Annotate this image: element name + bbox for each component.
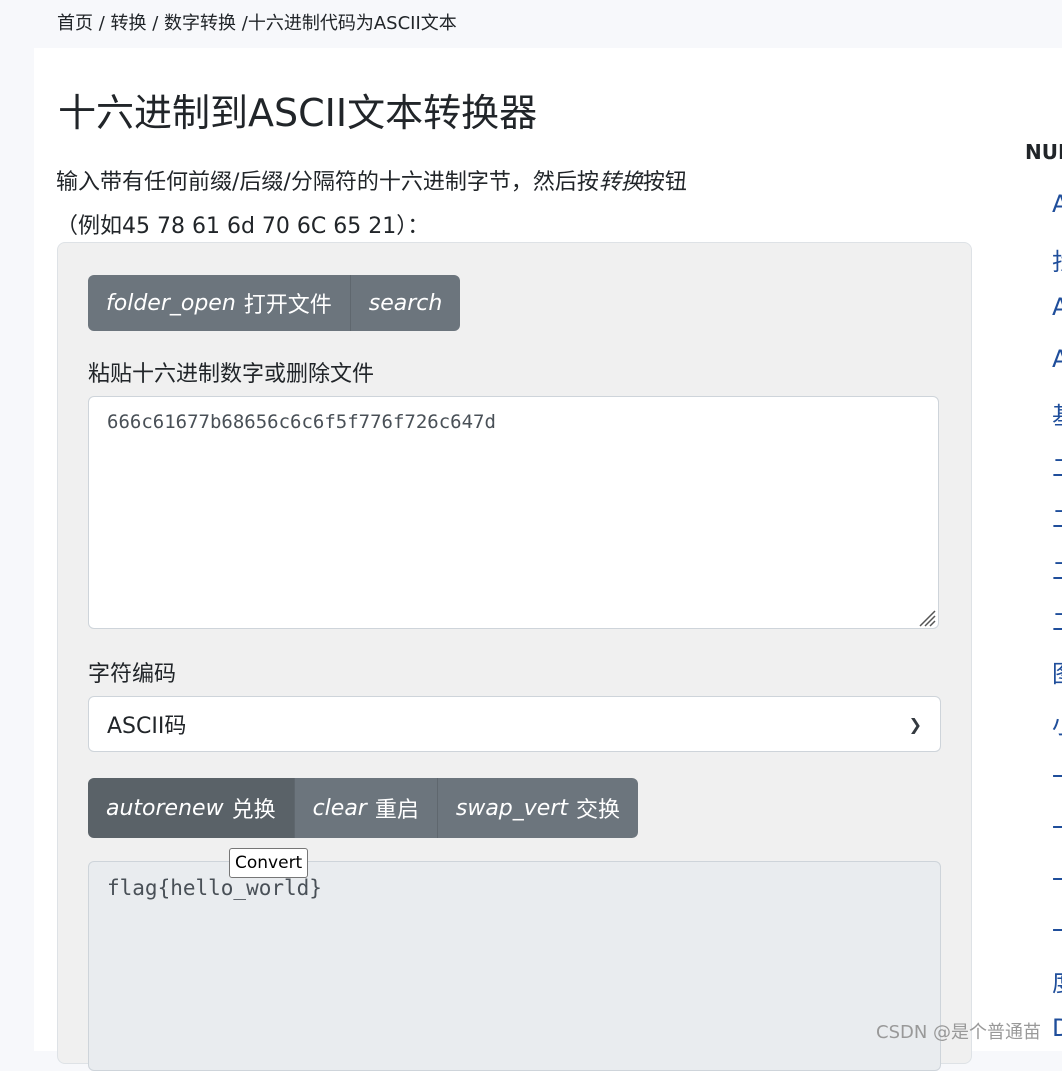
- sidebar-heading: NUI: [1025, 140, 1062, 164]
- sidebar-item[interactable]: A: [1052, 190, 1062, 242]
- breadcrumb-separator: /: [146, 13, 165, 34]
- breadcrumb-number-convert-link[interactable]: 数字转换: [164, 13, 236, 34]
- breadcrumb-separator: /: [236, 13, 248, 34]
- open-file-label: 打开文件: [243, 293, 332, 318]
- open-file-button[interactable]: folder_open 打开文件: [88, 275, 350, 331]
- sidebar-item[interactable]: 度: [1052, 963, 1062, 1015]
- sidebar-item[interactable]: 找: [1052, 242, 1062, 294]
- intro-text-after: 按钮: [642, 170, 687, 195]
- swap-vert-icon: swap_vert: [455, 795, 569, 821]
- search-icon: search: [368, 290, 443, 316]
- ascii-output[interactable]: flag{hello_world}: [88, 861, 941, 1071]
- top-bar: 首页 / 转换 / 数字转换 /十六进制代码为ASCII文本: [0, 0, 1062, 48]
- folder-open-icon: folder_open: [106, 290, 236, 316]
- sidebar-item[interactable]: A: [1052, 293, 1062, 345]
- input-label: 粘贴十六进制数字或删除文件: [88, 362, 375, 387]
- encoding-select[interactable]: ASCII码 ❯: [88, 696, 941, 752]
- search-button[interactable]: search: [349, 275, 461, 331]
- resize-grip-icon[interactable]: [916, 607, 936, 627]
- swap-button[interactable]: swap_vert 交换: [436, 778, 639, 838]
- breadcrumb-home-link[interactable]: 首页: [57, 13, 93, 34]
- hex-input[interactable]: 666c61677b68656c6c6f5f776f726c647d: [88, 396, 939, 629]
- main-content: 十六进制到ASCII文本转换器 输入带有任何前缀/后缀/分隔符的十六进制字节，然…: [34, 48, 1062, 1071]
- intro-line-1: 输入带有任何前缀/后缀/分隔符的十六进制字节，然后按转换按钮: [56, 161, 776, 205]
- sidebar-item[interactable]: 二: [1052, 499, 1062, 551]
- file-toolbar: folder_open 打开文件 search: [88, 275, 461, 331]
- sidebar-item[interactable]: D: [1052, 1014, 1062, 1066]
- clear-label: 重启: [374, 798, 419, 823]
- page-title: 十六进制到ASCII文本转换器: [58, 91, 538, 135]
- watermark: CSDN @是个普通苗: [876, 1022, 1042, 1043]
- sidebar-item[interactable]: 一: [1052, 808, 1062, 860]
- breadcrumb-convert-link[interactable]: 转换: [111, 13, 147, 34]
- sidebar-item[interactable]: 图: [1052, 654, 1062, 706]
- clear-icon: clear: [312, 795, 367, 821]
- sidebar-item[interactable]: 二: [1052, 448, 1062, 500]
- breadcrumb-separator: /: [93, 13, 111, 34]
- sidebar-item[interactable]: 小: [1052, 705, 1062, 757]
- sidebar-item[interactable]: 二: [1052, 602, 1062, 654]
- swap-label: 交换: [576, 798, 621, 823]
- breadcrumb: 首页 / 转换 / 数字转换 /十六进制代码为ASCII文本: [57, 9, 457, 35]
- breadcrumb-current: 十六进制代码为ASCII文本: [247, 13, 457, 34]
- sidebar-item[interactable]: 基: [1052, 396, 1062, 448]
- intro-text: 输入带有任何前缀/后缀/分隔符的十六进制字节，然后按转换按钮 （例如45 78 …: [56, 161, 776, 249]
- intro-text-before: 输入带有任何前缀/后缀/分隔符的十六进制字节，然后按: [56, 170, 599, 195]
- sidebar-item[interactable]: A: [1052, 345, 1062, 397]
- action-toolbar: autorenew 兑换 clear 重启 swap_vert 交换: [88, 778, 639, 838]
- sidebar-item[interactable]: 一: [1052, 860, 1062, 912]
- convert-tooltip: Convert: [229, 848, 309, 878]
- convert-button[interactable]: autorenew 兑换: [88, 778, 294, 838]
- clear-button[interactable]: clear 重启: [293, 778, 437, 838]
- sidebar-item[interactable]: 一: [1052, 757, 1062, 809]
- intro-emphasis: 转换: [598, 170, 643, 195]
- sidebar-item[interactable]: 二: [1052, 551, 1062, 603]
- autorenew-icon: autorenew: [106, 795, 224, 821]
- convert-label: 兑换: [231, 798, 276, 823]
- converter-panel: folder_open 打开文件 search 粘贴十六进制数字或删除文件 66…: [57, 242, 972, 1071]
- sidebar-list: A 找 A A 基 二 二 二 二 图 小 一 一 一 一 度 D: [1052, 190, 1062, 1066]
- encoding-selected-value: ASCII码: [107, 714, 187, 739]
- encoding-label: 字符编码: [88, 662, 177, 687]
- chevron-down-icon: ❯: [908, 714, 922, 734]
- sidebar-item[interactable]: 一: [1052, 911, 1062, 963]
